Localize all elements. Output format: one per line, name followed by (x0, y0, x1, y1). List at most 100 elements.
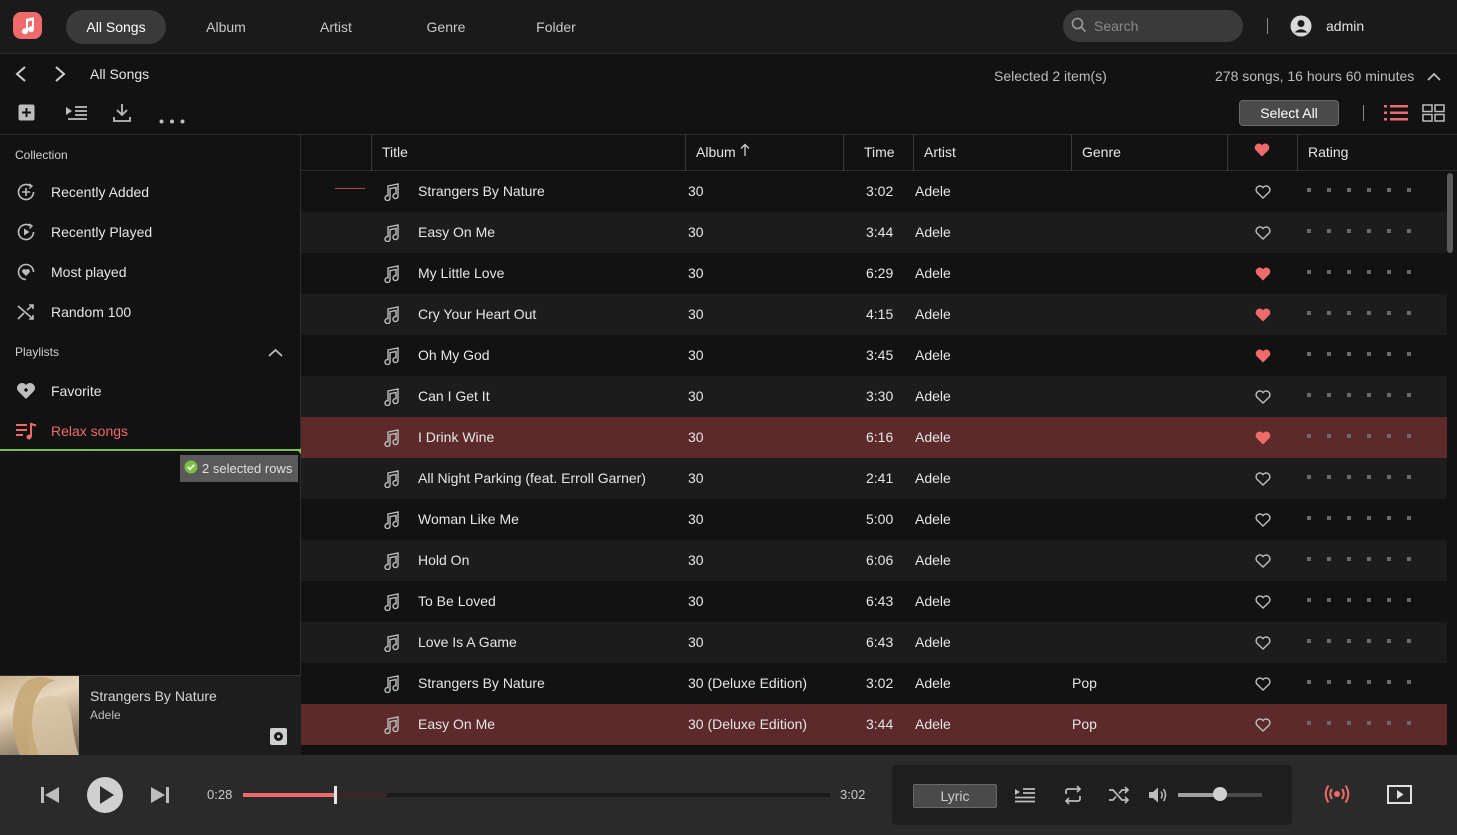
song-album[interactable]: 30 (688, 376, 704, 417)
rating-dot[interactable] (1367, 229, 1371, 233)
rating-dot[interactable] (1367, 721, 1371, 725)
table-row[interactable]: Oh My God 30 3:45 Adele (301, 335, 1447, 376)
volume-slider[interactable] (1178, 787, 1262, 801)
rating-dot[interactable] (1407, 721, 1411, 725)
sidebar-item-random-100[interactable]: Random 100 (15, 297, 295, 327)
rating-dot[interactable] (1327, 393, 1331, 397)
rating-dot[interactable] (1327, 475, 1331, 479)
download-icon[interactable] (113, 103, 131, 125)
rating-stars[interactable] (1307, 229, 1411, 233)
rating-dot[interactable] (1367, 639, 1371, 643)
rating-dot[interactable] (1327, 516, 1331, 520)
play-button-icon[interactable] (86, 776, 124, 817)
rating-dot[interactable] (1347, 311, 1351, 315)
forward-arrow-icon[interactable] (53, 65, 67, 86)
song-artist[interactable]: Adele (915, 622, 951, 663)
sidebar-item-most-played[interactable]: Most played (15, 257, 295, 287)
rating-dot[interactable] (1387, 598, 1391, 602)
tab-genre[interactable]: Genre (396, 10, 496, 44)
user-avatar-icon[interactable] (1290, 15, 1312, 40)
rating-dot[interactable] (1327, 598, 1331, 602)
table-row[interactable]: Cry Your Heart Out 30 4:15 Adele (301, 294, 1447, 335)
rating-dot[interactable] (1407, 229, 1411, 233)
rating-dot[interactable] (1387, 557, 1391, 561)
rating-dot[interactable] (1347, 352, 1351, 356)
rating-dot[interactable] (1407, 188, 1411, 192)
volume-icon[interactable] (1148, 786, 1168, 807)
song-album[interactable]: 30 (688, 335, 704, 376)
song-artist[interactable]: Adele (915, 581, 951, 622)
add-to-queue-icon[interactable] (66, 105, 88, 124)
table-row[interactable]: Hold On 30 6:06 Adele (301, 540, 1447, 581)
rating-stars[interactable] (1307, 598, 1411, 602)
rating-dot[interactable] (1407, 352, 1411, 356)
rating-dot[interactable] (1327, 352, 1331, 356)
rating-dot[interactable] (1347, 680, 1351, 684)
table-row[interactable]: Strangers By Nature 30 (Deluxe Edition) 3:… (301, 663, 1447, 704)
more-options-icon[interactable] (159, 111, 185, 127)
heart-outline-icon[interactable] (1255, 718, 1271, 732)
rating-stars[interactable] (1307, 721, 1411, 725)
rating-dot[interactable] (1407, 311, 1411, 315)
song-album[interactable]: 30 (688, 540, 704, 581)
song-artist[interactable]: Adele (915, 417, 951, 458)
rating-dot[interactable] (1387, 229, 1391, 233)
tab-album[interactable]: Album (176, 10, 276, 44)
user-name[interactable]: admin (1326, 18, 1364, 34)
rating-dot[interactable] (1307, 270, 1311, 274)
progress-handle[interactable] (333, 786, 337, 804)
rating-stars[interactable] (1307, 393, 1411, 397)
song-artist[interactable]: Adele (915, 540, 951, 581)
rating-dot[interactable] (1327, 270, 1331, 274)
tab-artist[interactable]: Artist (286, 10, 386, 44)
rating-dot[interactable] (1307, 475, 1311, 479)
rating-dot[interactable] (1367, 352, 1371, 356)
collapse-playlists-icon[interactable] (268, 345, 283, 361)
mini-player-icon[interactable] (1387, 785, 1412, 807)
rating-dot[interactable] (1407, 639, 1411, 643)
rating-dot[interactable] (1387, 516, 1391, 520)
table-row[interactable]: Woman Like Me 30 5:00 Adele (301, 499, 1447, 540)
rating-stars[interactable] (1307, 270, 1411, 274)
heart-filled-icon[interactable] (1255, 349, 1271, 363)
song-album[interactable]: 30 (688, 458, 704, 499)
tab-folder[interactable]: Folder (506, 10, 606, 44)
column-time[interactable]: Time (843, 135, 913, 171)
search-box[interactable] (1063, 10, 1243, 42)
rating-dot[interactable] (1327, 680, 1331, 684)
song-artist[interactable]: Adele (915, 499, 951, 540)
heart-outline-icon[interactable] (1255, 226, 1271, 240)
rating-dot[interactable] (1367, 188, 1371, 192)
rating-stars[interactable] (1307, 557, 1411, 561)
rating-dot[interactable] (1327, 434, 1331, 438)
rating-dot[interactable] (1407, 598, 1411, 602)
rating-dot[interactable] (1347, 270, 1351, 274)
heart-outline-icon[interactable] (1255, 677, 1271, 691)
rating-dot[interactable] (1387, 352, 1391, 356)
table-row[interactable]: ——— Strangers By Nature 30 3:02 Adele (301, 171, 1447, 212)
heart-outline-icon[interactable] (1255, 636, 1271, 650)
column-album[interactable]: Album (685, 135, 843, 171)
rating-dot[interactable] (1307, 188, 1311, 192)
disc-icon[interactable] (270, 728, 287, 748)
rating-dot[interactable] (1367, 311, 1371, 315)
heart-outline-icon[interactable] (1255, 595, 1271, 609)
rating-dot[interactable] (1327, 229, 1331, 233)
rating-dot[interactable] (1367, 434, 1371, 438)
song-album[interactable]: 30 (688, 499, 704, 540)
heart-outline-icon[interactable] (1255, 390, 1271, 404)
rating-dot[interactable] (1307, 721, 1311, 725)
rating-dot[interactable] (1367, 557, 1371, 561)
sidebar-item-recently-added[interactable]: Recently Added (15, 177, 295, 207)
sidebar-item-relax-songs[interactable]: Relax songs (15, 416, 295, 446)
rating-dot[interactable] (1387, 434, 1391, 438)
shuffle-icon[interactable] (1108, 785, 1130, 808)
rating-dot[interactable] (1347, 229, 1351, 233)
table-row[interactable]: Easy On Me 30 (Deluxe Edition) 3:44 Adele Po… (301, 704, 1447, 745)
volume-handle[interactable] (1213, 787, 1227, 801)
table-row[interactable]: All Night Parking (feat. Erroll Garner) 3… (301, 458, 1447, 499)
song-artist[interactable]: Adele (915, 294, 951, 335)
song-artist[interactable]: Adele (915, 253, 951, 294)
column-artist[interactable]: Artist (913, 135, 1071, 171)
song-artist[interactable]: Adele (915, 376, 951, 417)
